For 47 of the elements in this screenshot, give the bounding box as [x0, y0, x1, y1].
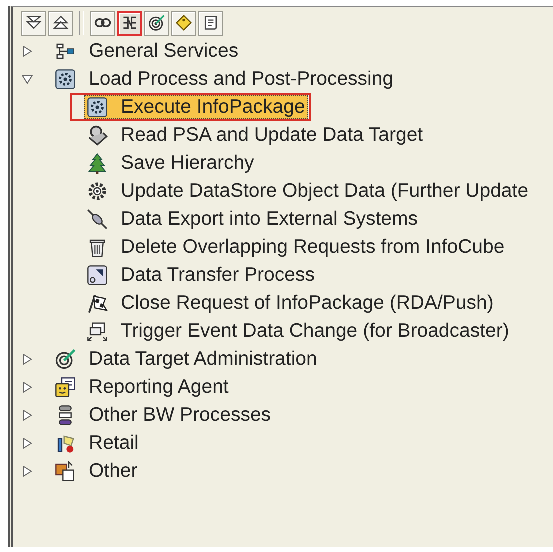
tree-item[interactable]: Load Process and Post-Processing: [52, 67, 398, 91]
tree-item[interactable]: Data Transfer Process: [70, 261, 321, 289]
collapse-arrow-icon[interactable]: [22, 74, 33, 84]
plug-icon: [87, 208, 108, 230]
process-chain-icon: [120, 14, 138, 32]
collapse-all-icon: [52, 14, 70, 32]
tree-item[interactable]: Delete Overlapping Requests from InfoCube: [70, 233, 511, 261]
smiley-board-icon: [55, 376, 76, 398]
toolbar-button[interactable]: [48, 10, 73, 36]
target-icon: [55, 348, 76, 370]
gear-box-icon: [87, 96, 108, 118]
gear-icon: [87, 180, 108, 202]
expand-arrow-icon[interactable]: [22, 46, 33, 56]
toolbar-button[interactable]: [21, 10, 46, 36]
tree-item[interactable]: Close Request of InfoPackage (RDA/Push): [70, 289, 500, 317]
tree-item[interactable]: Other BW Processes: [52, 403, 276, 427]
screen-arrows-icon: [87, 320, 108, 342]
tree-item[interactable]: Data Target Administration: [52, 347, 322, 371]
tree-item[interactable]: General Services: [52, 39, 243, 63]
target-icon: [148, 14, 166, 32]
tree-item[interactable]: Retail: [52, 431, 143, 455]
flag-icon: [87, 292, 108, 314]
expand-arrow-icon[interactable]: [22, 438, 33, 448]
expand-arrow-icon[interactable]: [22, 410, 33, 420]
gear-tray-icon: [87, 124, 108, 146]
toolbar-button[interactable]: [171, 10, 196, 36]
expand-arrow-icon[interactable]: [22, 466, 33, 476]
toolbar-button[interactable]: [117, 10, 142, 36]
tree-item[interactable]: Update DataStore Object Data (Further Update: [70, 177, 535, 205]
tree-icon: [87, 152, 108, 174]
toolbar-button[interactable]: [198, 10, 223, 36]
tree-item[interactable]: Execute InfoPackage: [70, 93, 312, 121]
gear-box-icon: [55, 68, 76, 90]
tree-item[interactable]: Save Hierarchy: [70, 149, 260, 177]
tag-icon: [174, 14, 192, 32]
transfer-box-icon: [87, 264, 108, 286]
toolbar-button[interactable]: [90, 10, 115, 36]
tree-item[interactable]: Trigger Event Data Change (for Broadcaster): [70, 317, 516, 345]
tree-item[interactable]: Other: [52, 459, 142, 483]
toolbar-button[interactable]: [144, 10, 169, 36]
expand-all-icon: [24, 14, 42, 32]
tree-item[interactable]: Data Export into External Systems: [70, 205, 424, 233]
expand-arrow-icon[interactable]: [22, 354, 33, 364]
tree-item[interactable]: Reporting Agent: [52, 375, 233, 399]
tree-item[interactable]: Read PSA and Update Data Target: [70, 121, 430, 149]
expand-arrow-icon[interactable]: [22, 382, 33, 392]
squares-icon: [55, 460, 76, 482]
